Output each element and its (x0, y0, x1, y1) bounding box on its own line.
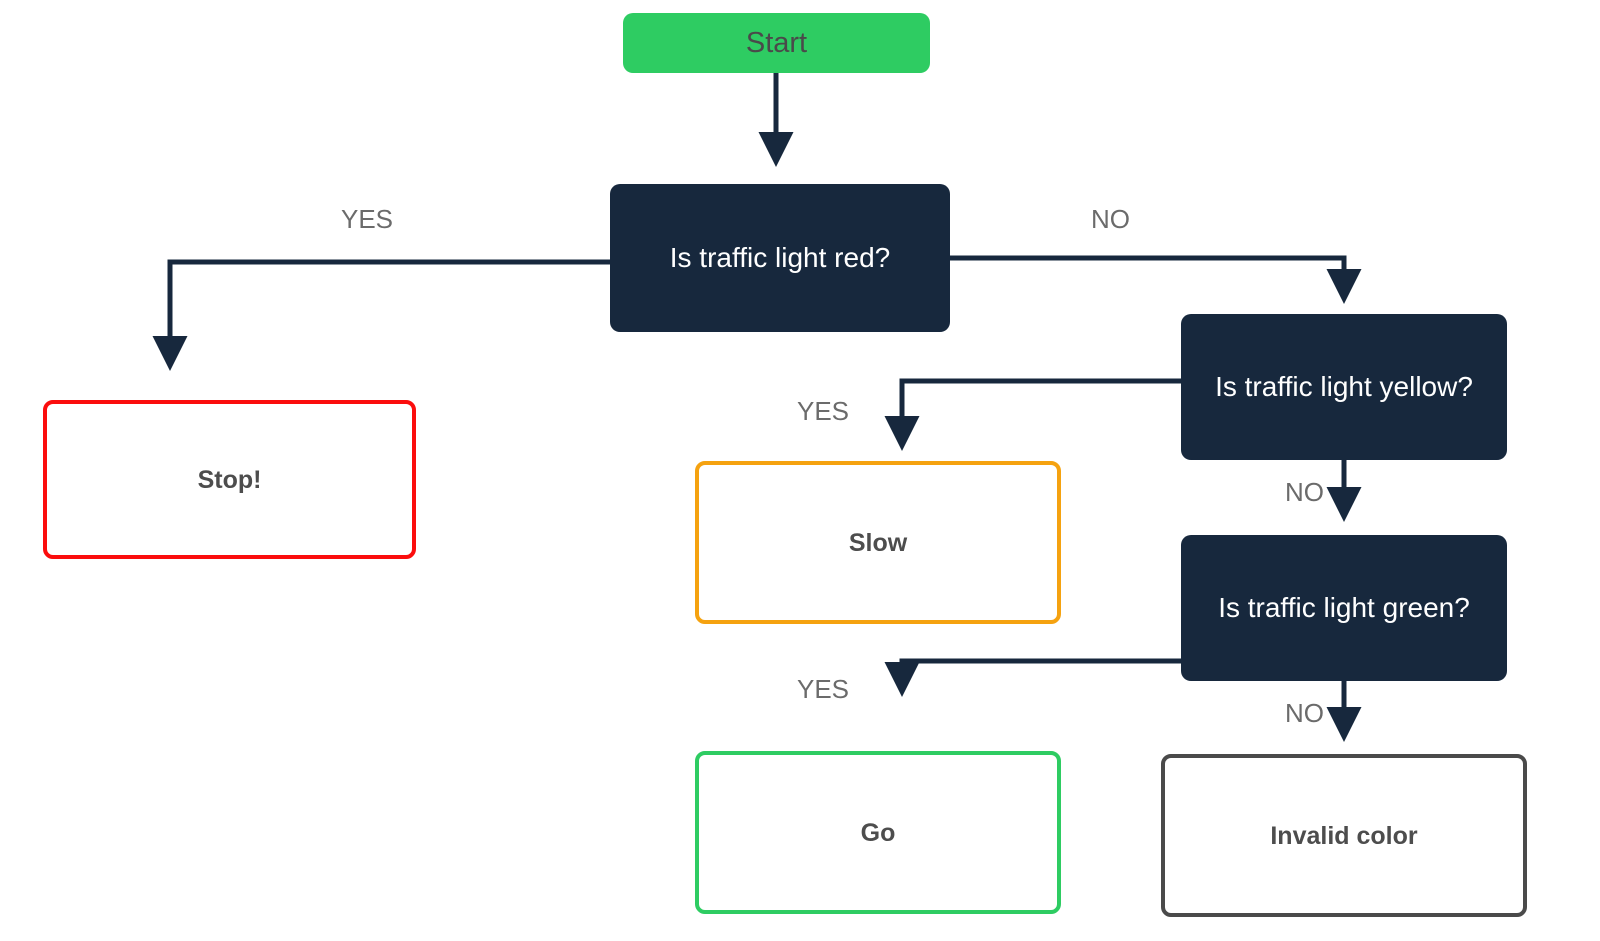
node-is-traffic-light-yellow[interactable]: Is traffic light yellow? (1181, 314, 1507, 460)
edge-label-yellow-yes: YES (797, 396, 850, 426)
node-stop-label: Stop! (197, 465, 262, 494)
edge-red-no-to-yellow (949, 255, 1362, 304)
node-go[interactable]: Go (695, 751, 1061, 914)
node-invalid-color[interactable]: Invalid color (1161, 754, 1527, 917)
edge-label-green-no: NO (1285, 698, 1324, 728)
edge-label-green-yes: YES (797, 674, 850, 704)
node-slow-label: Slow (848, 528, 908, 557)
node-is-traffic-light-green-label: Is traffic light green? (1218, 592, 1470, 624)
node-start[interactable]: Start (623, 13, 930, 73)
flowchart-canvas: Start Is traffic light red? Is traffic l… (0, 0, 1600, 941)
edge-red-yes-to-stop (152, 259, 610, 371)
node-is-traffic-light-yellow-label: Is traffic light yellow? (1215, 371, 1473, 403)
edge-label-red-yes: YES (341, 204, 394, 234)
node-invalid-color-label: Invalid color (1270, 821, 1418, 850)
node-stop[interactable]: Stop! (43, 400, 416, 559)
edge-label-red-no: NO (1091, 204, 1130, 234)
node-is-traffic-light-red-label: Is traffic light red? (669, 242, 891, 274)
node-is-traffic-light-red[interactable]: Is traffic light red? (610, 184, 950, 332)
node-start-label: Start (745, 26, 808, 59)
edge-label-yellow-no: NO (1285, 477, 1324, 507)
edge-green-yes-to-go (884, 658, 1181, 697)
node-go-label: Go (860, 818, 896, 847)
node-is-traffic-light-green[interactable]: Is traffic light green? (1181, 535, 1507, 681)
node-slow[interactable]: Slow (695, 461, 1061, 624)
edge-yellow-yes-to-slow (884, 378, 1181, 451)
